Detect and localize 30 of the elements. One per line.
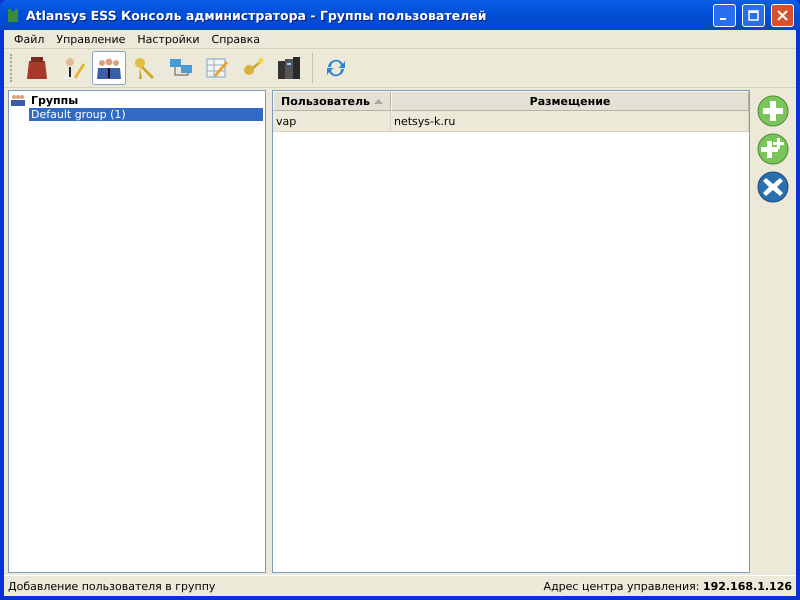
table-cell: vap xyxy=(273,111,391,131)
users-icon xyxy=(11,94,25,106)
close-icon xyxy=(777,10,788,20)
toolbar-button[interactable] xyxy=(92,51,126,85)
close-button[interactable] xyxy=(771,4,794,26)
bag-icon xyxy=(24,55,50,81)
maximize-icon xyxy=(748,10,759,20)
window-title: Atlansys ESS Консоль администратора - Группы пользователей xyxy=(26,8,488,22)
column-header[interactable]: Размещение xyxy=(391,91,749,111)
servers-icon xyxy=(276,55,302,81)
tree-item[interactable]: Группы xyxy=(29,94,80,106)
user-edit-icon xyxy=(60,55,86,81)
column-header[interactable]: Пользователь xyxy=(273,91,391,111)
add-multiple-button[interactable] xyxy=(756,132,790,166)
server-address: Адрес центра управления: 192.168.1.126 xyxy=(544,580,792,592)
remove-button[interactable] xyxy=(756,170,790,204)
table-row[interactable]: vap netsys-k.ru xyxy=(273,111,749,132)
table-cell: netsys-k.ru xyxy=(391,111,749,131)
menu-item[interactable]: Файл xyxy=(8,32,50,46)
menu-item[interactable]: Настройки xyxy=(131,32,206,46)
tree-item[interactable]: Default group (1) xyxy=(29,108,263,120)
minimize-button[interactable] xyxy=(713,4,736,26)
minimize-icon xyxy=(720,18,726,20)
app-icon xyxy=(6,7,20,23)
menu-item[interactable]: Справка xyxy=(206,32,266,46)
status-message: Добавление пользователя в группу xyxy=(8,580,216,592)
sort-icon xyxy=(374,98,383,104)
menu-item[interactable]: Управление xyxy=(50,32,132,46)
maximize-button[interactable] xyxy=(742,4,765,26)
add-button[interactable] xyxy=(756,94,790,128)
